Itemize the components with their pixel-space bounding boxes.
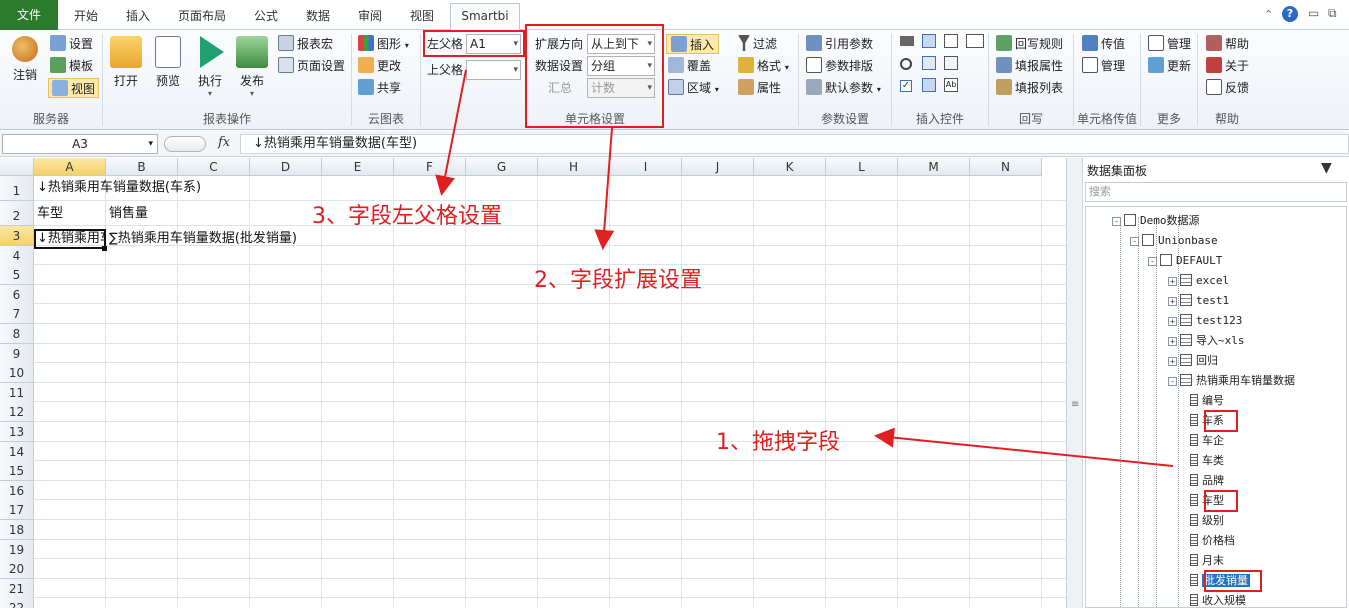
annotation-arrows — [435, 69, 1174, 467]
arrow-step1 — [874, 427, 1174, 467]
arrow-step3 — [435, 69, 467, 196]
arrow-step2 — [594, 127, 615, 250]
